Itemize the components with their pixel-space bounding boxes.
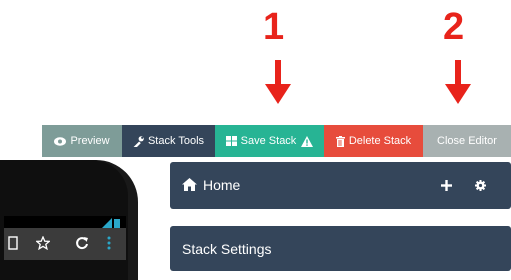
save-stack-label: Save Stack: [240, 135, 297, 147]
refresh-icon: [76, 237, 88, 250]
editor-toolbar: Preview Stack Tools Save Stack Delete St…: [42, 125, 511, 157]
plus-icon[interactable]: [441, 180, 452, 191]
home-icon: [182, 178, 197, 191]
delete-stack-button[interactable]: Delete Stack: [324, 125, 423, 157]
stack-tools-label: Stack Tools: [147, 135, 205, 147]
close-editor-label: Close Editor: [437, 135, 497, 147]
eye-icon: [54, 136, 67, 146]
stack-settings-panel[interactable]: Stack Settings: [170, 226, 511, 271]
home-panel-title: Home: [203, 177, 241, 193]
preview-button[interactable]: Preview: [42, 125, 122, 157]
device-browser-bar: [4, 228, 126, 260]
signal-icon: [102, 218, 120, 228]
save-stack-button[interactable]: Save Stack: [215, 125, 324, 157]
trash-icon: [335, 135, 345, 147]
device-status-bar: [4, 216, 126, 228]
gear-icon[interactable]: [475, 180, 486, 191]
star-icon: [36, 236, 50, 250]
callout-number-1: 1: [263, 6, 285, 48]
preview-label: Preview: [70, 135, 110, 147]
down-arrow-icon: [445, 60, 471, 104]
grid-icon: [225, 136, 237, 146]
warning-icon: [301, 135, 314, 147]
delete-stack-label: Delete Stack: [348, 135, 412, 147]
home-panel[interactable]: Home: [170, 162, 511, 209]
close-editor-button[interactable]: Close Editor: [423, 125, 511, 157]
stack-settings-title: Stack Settings: [182, 241, 272, 257]
down-arrow-icon: [265, 60, 291, 104]
wrench-icon: [133, 135, 144, 147]
callout-number-2: 2: [443, 6, 465, 48]
bookmark-icon: [8, 236, 18, 250]
stack-tools-button[interactable]: Stack Tools: [122, 125, 215, 157]
more-vert-icon: [107, 236, 111, 250]
